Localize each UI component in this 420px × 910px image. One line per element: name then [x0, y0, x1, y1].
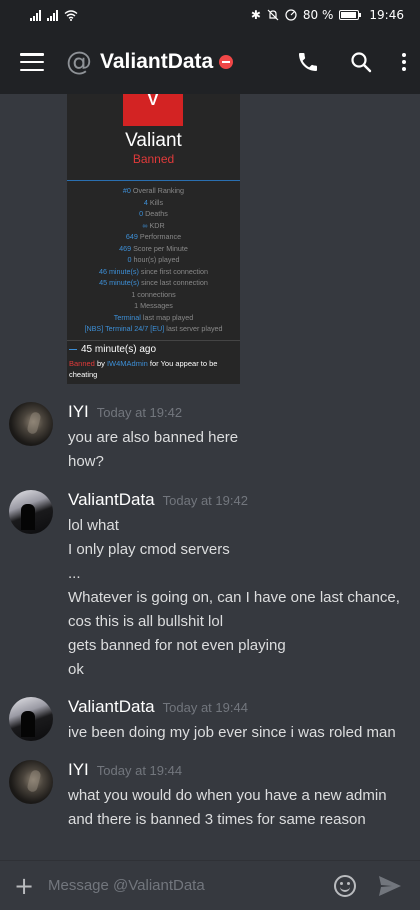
clock: 19:46 — [369, 8, 404, 22]
message-timestamp: Today at 19:44 — [96, 763, 183, 778]
send-icon[interactable] — [378, 875, 402, 897]
message-timestamp: Today at 19:44 — [162, 700, 248, 715]
phone-icon[interactable] — [296, 50, 320, 74]
message-body: lol what I only play cmod servers ... Wh… — [68, 517, 400, 678]
app-bar: @ ValiantData — [0, 30, 420, 94]
message-composer: + — [0, 860, 420, 910]
stat-row: Terminal last map played — [113, 312, 194, 322]
stat-row: 1 Messages — [134, 301, 173, 310]
avatar[interactable] — [9, 402, 53, 446]
embed-ban-reason: Banned by IW4MAdmin for You appear to be… — [69, 359, 218, 379]
bluetooth-icon: ✱ — [250, 8, 261, 22]
embed-divider-2 — [67, 340, 240, 341]
stat-row: #0 Overall Ranking — [122, 186, 185, 195]
ban-embed-image[interactable]: V Valiant Banned #0 Overall Ranking 4 Ki… — [67, 94, 240, 384]
signal-icon-2 — [47, 9, 58, 21]
stat-row: 4 Kills — [143, 197, 164, 207]
at-icon: @ — [66, 47, 92, 77]
battery-icon — [339, 10, 362, 20]
stat-row: [NBS] Terminal 24/7 [EU] last server pla… — [84, 324, 223, 333]
stat-row: 469 Score per Minute — [119, 243, 188, 253]
message-list[interactable]: V Valiant Banned #0 Overall Ranking 4 Ki… — [0, 94, 420, 860]
avatar[interactable] — [9, 490, 53, 534]
message-author[interactable]: ValiantData Today at 19:42 — [68, 490, 248, 510]
stat-row: 0 Deaths — [139, 209, 168, 218]
message-author[interactable]: IYI Today at 19:42 — [68, 402, 182, 422]
stat-row: 0 hour(s) played — [127, 255, 180, 264]
stat-row: 45 minute(s) since last connection — [99, 278, 208, 287]
status-bar: ✱ 80 % 19:46 — [0, 0, 420, 30]
channel-title: ValiantData — [100, 50, 214, 73]
message-timestamp: Today at 19:42 — [96, 405, 183, 420]
emoji-icon[interactable] — [334, 874, 356, 897]
data-saver-icon — [285, 9, 297, 21]
stat-row: ∞ KDR — [142, 220, 165, 230]
avatar[interactable] — [9, 697, 53, 741]
embed-time-ago: 45 minute(s) ago — [67, 344, 240, 355]
search-icon[interactable] — [350, 51, 372, 73]
mute-icon — [267, 9, 279, 21]
signal-icon — [30, 9, 41, 21]
dnd-status-icon — [219, 55, 234, 69]
wifi-icon — [64, 9, 78, 21]
stat-row: 1 connections — [131, 289, 176, 299]
message-body: you are also banned here how? — [68, 429, 239, 470]
avatar[interactable] — [9, 760, 53, 804]
message-author[interactable]: IYI Today at 19:44 — [68, 760, 182, 780]
menu-icon[interactable] — [20, 53, 44, 71]
message-body: what you would do when you have a new ad… — [68, 787, 387, 828]
message-author[interactable]: ValiantData Today at 19:44 — [68, 697, 248, 717]
embed-ban-status: Banned — [132, 152, 175, 166]
embed-stats: #0 Overall Ranking 4 Kills 0 Deaths ∞ KD… — [67, 185, 240, 335]
embed-logo: V — [123, 94, 183, 126]
stat-row: 46 minute(s) since first connection — [98, 266, 209, 276]
embed-divider — [67, 180, 240, 181]
more-icon[interactable] — [402, 53, 406, 71]
message-timestamp: Today at 19:42 — [162, 493, 248, 508]
battery-percent: 80 % — [302, 8, 334, 22]
stat-row: 649 Performance — [125, 232, 182, 241]
message-body: ive been doing my job ever since i was r… — [68, 724, 396, 741]
add-attachment-icon[interactable]: + — [14, 874, 36, 898]
message-input[interactable] — [48, 877, 334, 894]
embed-player-name: Valiant — [125, 130, 182, 151]
